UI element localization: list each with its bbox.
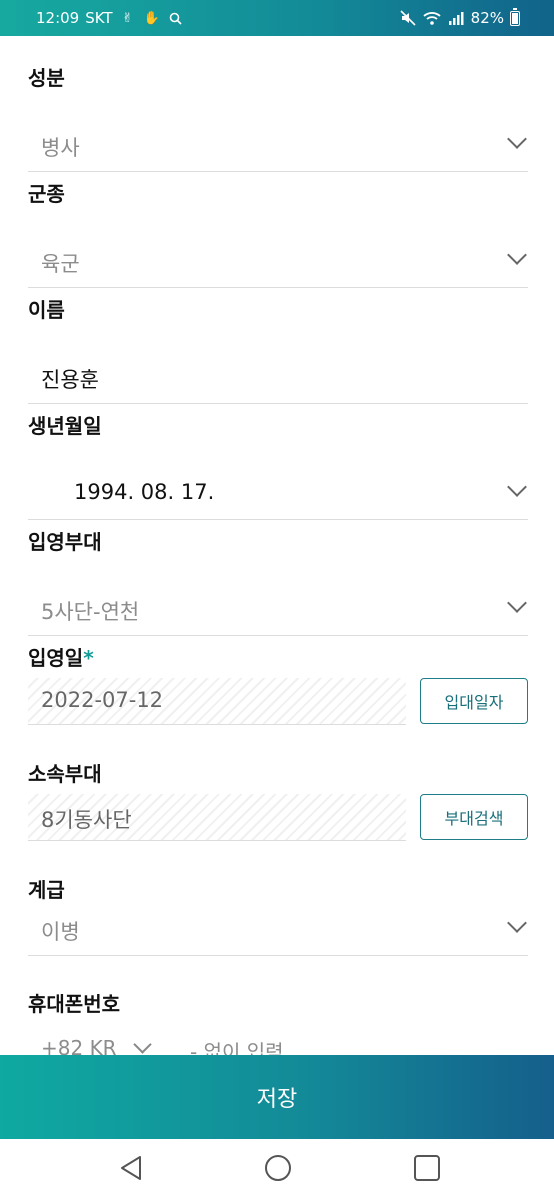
chevron-down-icon	[133, 1035, 152, 1054]
enlist-date-value-box: 2022-07-12	[28, 678, 406, 725]
rank-class-label: 성분	[28, 66, 65, 90]
battery-percent: 82%	[470, 9, 504, 27]
phone-label: 휴대폰번호	[28, 992, 120, 1016]
enlist-date-label-text: 입영일	[28, 646, 84, 670]
name-input[interactable]: 진용훈	[28, 356, 528, 404]
rank-class-select[interactable]: 병사	[28, 124, 528, 172]
status-bar-left: 12:09 SKT ✌ ✋	[36, 0, 185, 36]
enlist-date-value: 2022-07-12	[41, 688, 164, 712]
battery-icon	[510, 7, 520, 26]
save-button-label: 저장	[256, 1087, 298, 1112]
required-mark: *	[83, 646, 94, 670]
wifi-icon	[423, 9, 441, 27]
enlist-date-button[interactable]: 입대일자	[420, 678, 528, 724]
name-value: 진용훈	[41, 368, 99, 392]
grade-label: 계급	[28, 878, 65, 902]
save-button[interactable]: 저장	[0, 1055, 554, 1139]
birthdate-select[interactable]: 1994. 08. 17.	[28, 472, 528, 520]
enlist-unit-label: 입영부대	[28, 530, 102, 554]
name-label: 이름	[28, 298, 65, 322]
chevron-down-icon	[507, 593, 527, 613]
affiliated-unit-value-box: 8기동사단	[28, 794, 406, 841]
chevron-down-icon	[507, 129, 527, 149]
grade-select[interactable]: 이병	[28, 908, 528, 956]
mute-icon	[399, 9, 417, 27]
grade-value: 이병	[41, 920, 80, 944]
branch-label: 군종	[28, 182, 65, 206]
birthdate-value: 1994. 08. 17.	[74, 480, 215, 504]
home-icon[interactable]	[265, 1155, 291, 1181]
enlist-unit-select[interactable]: 5사단-연천	[28, 588, 528, 636]
affiliated-unit-label: 소속부대	[28, 762, 102, 786]
back-icon[interactable]	[118, 1154, 144, 1182]
status-bar-right: 82%	[399, 0, 520, 36]
recent-apps-icon[interactable]	[414, 1155, 440, 1181]
hand-icon: ✋	[143, 10, 160, 26]
affiliated-unit-value: 8기동사단	[41, 808, 132, 832]
branch-select[interactable]: 육군	[28, 240, 528, 288]
birthdate-label: 생년월일	[28, 414, 102, 438]
signal-icon	[447, 9, 465, 27]
peace-icon: ✌	[122, 10, 134, 26]
search-icon	[167, 9, 185, 27]
chevron-down-icon	[507, 913, 527, 933]
status-carrier: SKT	[85, 9, 113, 27]
status-bar: 12:09 SKT ✌ ✋ 82%	[0, 0, 554, 36]
rank-class-value: 병사	[41, 136, 80, 160]
unit-search-button[interactable]: 부대검색	[420, 794, 528, 840]
branch-value: 육군	[41, 252, 80, 276]
chevron-down-icon	[507, 477, 527, 497]
enlist-unit-value: 5사단-연천	[41, 600, 140, 624]
status-time: 12:09	[36, 9, 80, 27]
chevron-down-icon	[507, 245, 527, 265]
enlist-date-label: 입영일*	[28, 642, 94, 671]
navigation-bar	[0, 1139, 554, 1200]
